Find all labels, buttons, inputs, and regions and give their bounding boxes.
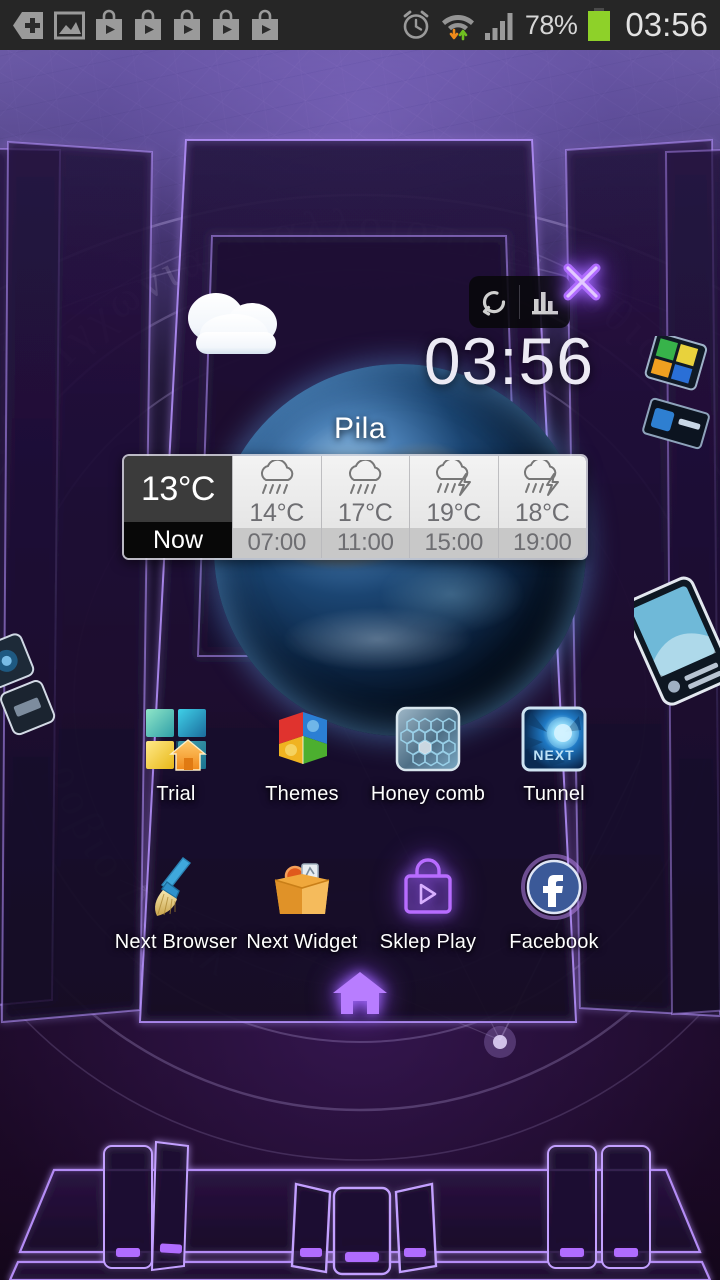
current-weather-cell[interactable]: 13°C Now [124,456,232,558]
widget-box-icon [274,863,330,914]
broom-icon [155,857,192,916]
status-bar-right-icons: 78% 03:56 [400,6,708,44]
current-label: Now [124,522,232,558]
app-icon-art [395,854,461,920]
forecast-time: 19:00 [498,528,586,558]
forecast-cell-top: 17°C [322,456,410,528]
svg-text:NEXT: NEXT [533,747,574,763]
forecast-temperature: 19°C [426,499,482,527]
wifi-data-transfer-icon [441,14,474,40]
forecast-cell-2[interactable]: 19°C 15:00 [409,456,498,558]
facebook-icon [521,854,587,920]
forecast-time: 07:00 [233,528,321,558]
home-screen: Θεωρ Ἰγχωνια Διαλλοιοποιει νοθιοο ροβιο … [0,0,720,1280]
home-icon [333,972,387,1014]
add-badge-icon [13,11,43,39]
home-button[interactable] [329,968,391,1018]
cellular-signal-icon [484,12,513,40]
forecast-time: 11:00 [321,528,409,558]
play-store-download-icon-1 [96,9,122,40]
battery-icon [588,8,611,41]
play-store-download-icon-3 [174,9,200,40]
app-icon-art [521,854,587,920]
thunderstorm-icon [435,460,471,496]
play-store-download-icon-4 [213,9,239,40]
forecast-temperature: 17°C [337,499,393,527]
widget-clock: 03:56 [423,324,594,398]
play-store-bag-icon [404,858,452,914]
close-x-icon [563,263,601,301]
tunnel-next-icon: NEXT [521,706,587,772]
app-label: Next Browser [114,931,238,953]
forecast-strip[interactable]: 13°C Now 14°C 07:00 17°C 11:00 19°C 15:0… [122,454,588,560]
widget-city-name: Pila [333,412,387,445]
app-icon-honey-comb[interactable]: Honey comb [370,706,486,806]
forecast-temperature: 14°C [249,499,305,527]
refresh-icon [482,291,506,316]
app-grid: Trial Themes Honey comb NEXT Tunnel Next… [115,706,610,1002]
gallery-image-icon [54,11,85,39]
forecast-cell-1[interactable]: 17°C 11:00 [320,456,410,558]
play-store-download-icon-5 [252,9,278,40]
close-widget-button[interactable] [554,254,610,310]
app-row-1: Trial Themes Honey comb NEXT Tunnel [120,706,610,806]
next-launcher-trial-icon [146,709,207,771]
app-icon-facebook[interactable]: Facebook [498,854,610,954]
app-icon-trial[interactable]: Trial [120,706,232,806]
app-row-2: Next Browser Next Widget Sklep Play Face… [115,854,610,954]
dock[interactable] [0,1080,720,1280]
app-icon-sklep-play[interactable]: Sklep Play [372,854,484,954]
app-label: Trial [156,783,196,805]
app-label: Themes [265,783,339,805]
forecast-cell-top: 14°C [233,456,321,528]
app-icon-art [269,706,335,772]
forecast-cell-3[interactable]: 18°C 19:00 [497,456,587,558]
weather-widget[interactable]: 03:56 Pila 13°C Now 14°C 07:00 17°C 11:0… [122,256,601,736]
app-icon-next-browser[interactable]: Next Browser [115,854,237,954]
app-icon-art [395,706,461,772]
forecast-cell-top: 19°C [410,456,498,528]
app-label: Facebook [509,931,599,953]
status-bar[interactable]: 78% 03:56 [0,0,720,50]
app-label: Sklep Play [379,931,477,953]
app-icon-art [143,854,209,920]
app-label: Next Widget [246,931,358,953]
honeycomb-icon [395,706,461,772]
app-label: Honey comb [370,783,486,805]
status-bar-left-icons [12,9,280,42]
app-icon-tunnel[interactable]: NEXT Tunnel [498,706,610,806]
alarm-clock-icon [403,10,429,39]
cloud-icon [188,293,277,354]
status-bar-clock: 03:56 [625,6,708,43]
battery-percentage: 78% [524,9,578,40]
app-icon-themes[interactable]: Themes [246,706,358,806]
app-icon-art [143,706,209,772]
refresh-button[interactable] [469,276,519,328]
rain-icon [349,460,382,494]
play-store-download-icon-2 [135,9,161,40]
app-label: Tunnel [523,783,585,805]
current-temperature: 13°C [141,469,215,508]
app-icon-next-widget[interactable]: Next Widget [246,854,358,954]
forecast-cell-0[interactable]: 14°C 07:00 [232,456,321,558]
forecast-time: 15:00 [410,528,498,558]
rain-icon [260,460,294,494]
app-icon-art: NEXT [521,706,587,772]
thunderstorm-icon [524,460,560,496]
themes-puzzle-icon [279,712,327,764]
forecast-cell-top: 18°C [499,456,587,528]
app-icon-art [269,854,335,920]
forecast-temperature: 18°C [514,499,570,527]
